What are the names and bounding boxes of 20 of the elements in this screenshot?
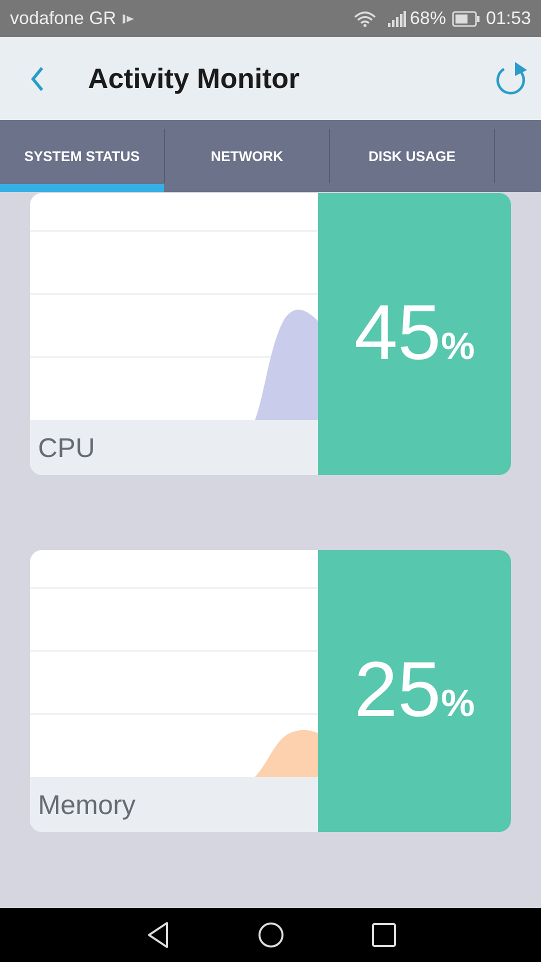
tab[interactable]: NETWORK: [165, 120, 329, 192]
carrier-name: vodafone GR: [10, 7, 116, 30]
home-icon[interactable]: [258, 922, 284, 948]
tab[interactable]: DISK USAGE: [330, 120, 494, 192]
battery-icon: [452, 10, 480, 26]
percent-sign: %: [440, 682, 475, 726]
metric-label: Memory: [30, 777, 318, 832]
percent-value: 25: [354, 650, 441, 728]
screen-title: Activity Monitor: [88, 62, 300, 96]
battery-percent: 68%: [410, 7, 446, 30]
metric-label: CPU: [30, 420, 318, 475]
percent-value: 45: [354, 292, 441, 370]
clock: 01:53: [486, 7, 531, 30]
recents-icon[interactable]: [372, 923, 396, 947]
refresh-icon[interactable]: [495, 60, 529, 96]
signal-icon: [388, 10, 406, 26]
tab[interactable]: SYSTEM STATUS: [0, 120, 164, 192]
percent-sign: %: [440, 324, 475, 370]
wifi-icon: [354, 10, 376, 26]
back-icon[interactable]: [146, 921, 170, 949]
